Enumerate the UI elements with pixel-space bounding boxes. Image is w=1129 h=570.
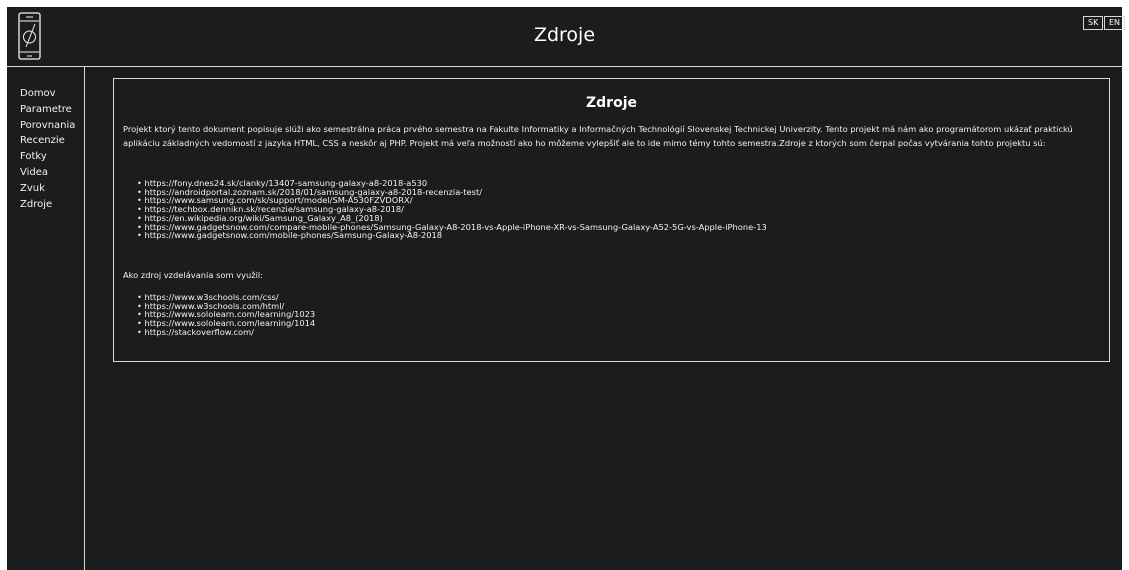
sources-content-box: Zdroje Projekt ktorý tento dokument popi… xyxy=(113,78,1110,362)
learning-source-link[interactable]: https://stackoverflow.com/ xyxy=(137,328,315,337)
language-sk-button[interactable]: SK xyxy=(1083,16,1104,30)
learning-sources-list: https://www.w3schools.com/css/ https://w… xyxy=(137,293,316,337)
learning-sources-label: Ako zdroj vzdelávania som využil: xyxy=(123,270,264,280)
sidebar-item-recenzie[interactable]: Recenzie xyxy=(20,133,75,149)
content-title: Zdroje xyxy=(586,95,637,111)
sidebar-item-domov[interactable]: Domov xyxy=(20,86,75,102)
source-link[interactable]: https://www.gadgetsnow.com/mobile-phones… xyxy=(137,231,767,240)
sidebar-item-zvuk[interactable]: Zvuk xyxy=(20,181,75,197)
sidebar-item-fotky[interactable]: Fotky xyxy=(20,149,75,165)
app-frame: Zdroje SK EN Domov Parametre Porovnania … xyxy=(7,7,1126,570)
sidebar-nav: Domov Parametre Porovnania Recenzie Fotk… xyxy=(20,86,75,212)
header: Zdroje SK EN xyxy=(7,7,1126,66)
sidebar-item-parametre[interactable]: Parametre xyxy=(20,102,75,118)
page-title: Zdroje xyxy=(533,24,596,46)
intro-paragraph: Projekt ktorý tento dokument popisuje sl… xyxy=(123,124,1073,148)
sidebar: Domov Parametre Porovnania Recenzie Fotk… xyxy=(7,67,84,570)
sources-list: https://fony.dnes24.sk/clanky/13407-sams… xyxy=(137,179,767,240)
sidebar-item-porovnania[interactable]: Porovnania xyxy=(20,118,75,134)
header-divider xyxy=(7,66,1122,67)
sidebar-item-videa[interactable]: Videa xyxy=(20,165,75,181)
sidebar-divider xyxy=(84,67,85,570)
language-en-button[interactable]: EN xyxy=(1104,16,1126,30)
sidebar-item-zdroje[interactable]: Zdroje xyxy=(20,197,75,213)
